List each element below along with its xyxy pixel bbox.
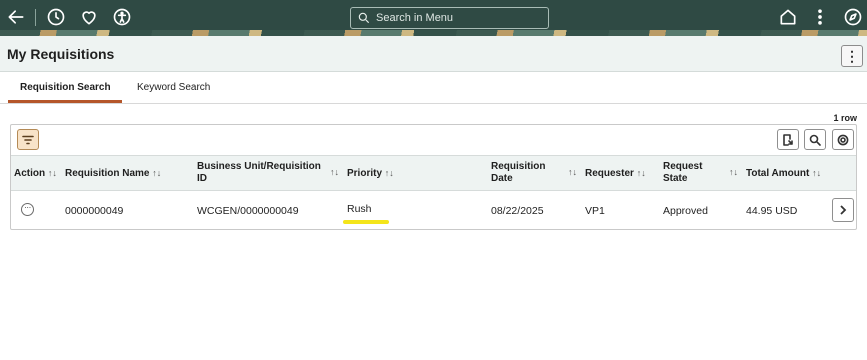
cell-requisition-name: 0000000049 bbox=[65, 205, 124, 217]
back-arrow-icon[interactable] bbox=[5, 6, 27, 28]
tab-bar: Requisition Search Keyword Search bbox=[0, 72, 867, 104]
cell-total-amount: 44.95 USD bbox=[746, 205, 798, 217]
kebab-icon: ⋮ bbox=[845, 48, 859, 64]
page-header: My Requisitions bbox=[0, 36, 867, 72]
more-actions-kebab-icon[interactable] bbox=[809, 6, 831, 28]
export-button[interactable] bbox=[777, 129, 799, 150]
active-tab-indicator bbox=[8, 100, 122, 103]
sort-icon: ↑↓ bbox=[152, 168, 162, 178]
grid-settings-button[interactable] bbox=[832, 129, 854, 150]
priority-highlight-mark bbox=[343, 220, 389, 224]
toolbar-divider bbox=[35, 9, 36, 26]
export-icon bbox=[783, 133, 793, 146]
search-icon bbox=[809, 134, 821, 146]
gear-icon bbox=[837, 134, 849, 145]
sort-icon: ↑↓ bbox=[384, 168, 394, 178]
tab-keyword-search[interactable]: Keyword Search bbox=[137, 82, 210, 93]
sort-icon: ↑↓ bbox=[636, 168, 646, 178]
top-navigation-bar: Search in Menu bbox=[0, 0, 867, 36]
filter-button[interactable] bbox=[17, 129, 39, 150]
menu-search-input[interactable]: Search in Menu bbox=[350, 7, 549, 29]
cell-priority: Rush bbox=[347, 203, 372, 215]
column-header-total-amount[interactable]: Total Amount ↑↓ bbox=[746, 167, 821, 180]
row-count: 1 row bbox=[833, 113, 857, 123]
cell-requisition-date: 08/22/2025 bbox=[491, 205, 544, 217]
chevron-right-icon bbox=[840, 205, 847, 215]
cell-requester: VP1 bbox=[585, 205, 605, 217]
cell-business-unit-id: WCGEN/0000000049 bbox=[197, 205, 299, 217]
accessibility-icon[interactable] bbox=[111, 6, 133, 28]
home-icon[interactable] bbox=[777, 6, 799, 28]
column-header-priority[interactable]: Priority ↑↓ bbox=[347, 167, 394, 180]
cell-request-state: Approved bbox=[663, 205, 708, 217]
column-header-business-unit[interactable]: Business Unit/Requisition ID bbox=[197, 161, 321, 185]
search-icon bbox=[358, 12, 370, 24]
sort-icon: ↑↓ bbox=[812, 168, 822, 178]
page-title: My Requisitions bbox=[7, 46, 115, 62]
column-header-requester[interactable]: Requester ↑↓ bbox=[585, 167, 646, 180]
column-header-request-state[interactable]: Request State bbox=[663, 161, 702, 185]
sort-icon[interactable]: ↑↓ bbox=[729, 167, 738, 177]
sort-icon[interactable]: ↑↓ bbox=[568, 167, 577, 177]
favorites-heart-icon[interactable] bbox=[78, 6, 100, 28]
sort-icon: ↑↓ bbox=[47, 168, 57, 178]
column-header-requisition-date[interactable]: Requisition Date bbox=[491, 161, 545, 185]
page-actions-button[interactable]: ⋮ bbox=[841, 45, 863, 67]
column-header-requisition-name[interactable]: Requisition Name ↑↓ bbox=[65, 167, 161, 180]
row-actions-ellipsis-icon[interactable]: ··· bbox=[21, 203, 34, 216]
column-header-action[interactable]: Action ↑↓ bbox=[14, 167, 57, 180]
grid-search-button[interactable] bbox=[804, 129, 826, 150]
filter-icon bbox=[22, 135, 34, 144]
tab-requisition-search[interactable]: Requisition Search bbox=[20, 82, 111, 93]
navigator-compass-icon[interactable] bbox=[842, 6, 864, 28]
row-detail-button[interactable] bbox=[832, 198, 854, 222]
search-placeholder: Search in Menu bbox=[376, 12, 454, 24]
sort-icon[interactable]: ↑↓ bbox=[330, 167, 339, 177]
recent-history-icon[interactable] bbox=[45, 6, 67, 28]
